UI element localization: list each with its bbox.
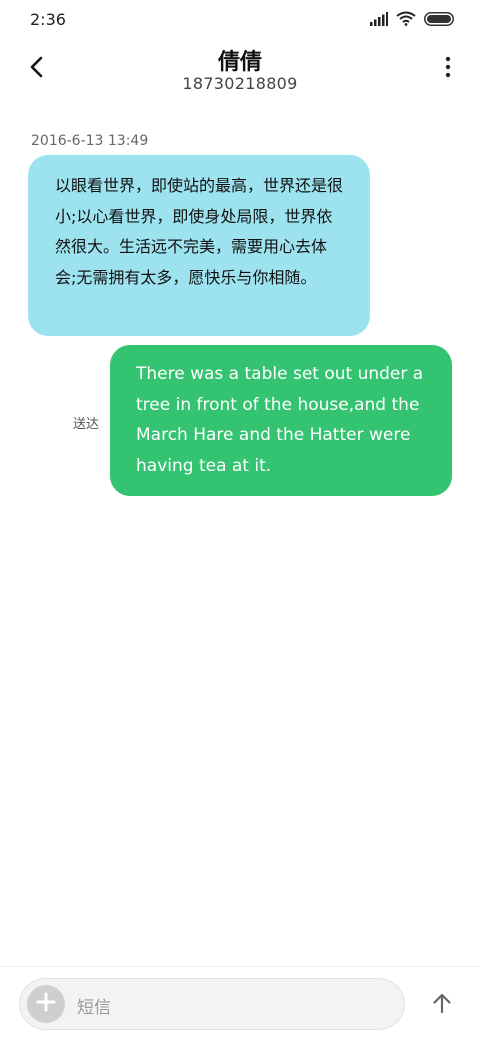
contact-number: 18730218809 <box>182 74 298 93</box>
message-input[interactable]: 短信 <box>19 978 405 1030</box>
outgoing-message-bubble[interactable]: There was a table set out under a tree i… <box>110 345 452 496</box>
plus-icon <box>36 992 56 1016</box>
message-input-placeholder: 短信 <box>77 998 111 1018</box>
contact-name: 倩倩 <box>217 50 262 75</box>
message-input-bar: 短信 <box>0 966 480 1041</box>
more-vertical-icon <box>445 56 451 82</box>
send-button[interactable] <box>428 991 456 1019</box>
battery-icon <box>424 11 454 30</box>
message-timestamp: 2016-6-13 13:49 <box>31 133 149 149</box>
status-bar: 2:36 <box>0 0 480 40</box>
outgoing-message-text: There was a table set out under a tree i… <box>136 364 424 476</box>
status-icons <box>370 11 454 29</box>
incoming-message-bubble[interactable]: 以眼看世界，即使站的最高，世界还是很小;以心看世界，即使身处局限，世界依然很大。… <box>28 155 370 336</box>
wifi-icon <box>396 11 416 30</box>
status-time: 2:36 <box>30 10 66 29</box>
more-options-button[interactable] <box>440 56 456 82</box>
delivery-status: 送达 <box>73 417 100 432</box>
signal-icon <box>370 11 388 30</box>
conversation-header: 倩倩 18730218809 <box>0 40 480 100</box>
incoming-message-text: 以眼看世界，即使站的最高，世界还是很小;以心看世界，即使身处局限，世界依然很大。… <box>55 176 344 287</box>
arrow-up-icon <box>432 992 452 1018</box>
add-attachment-button[interactable] <box>27 985 65 1023</box>
